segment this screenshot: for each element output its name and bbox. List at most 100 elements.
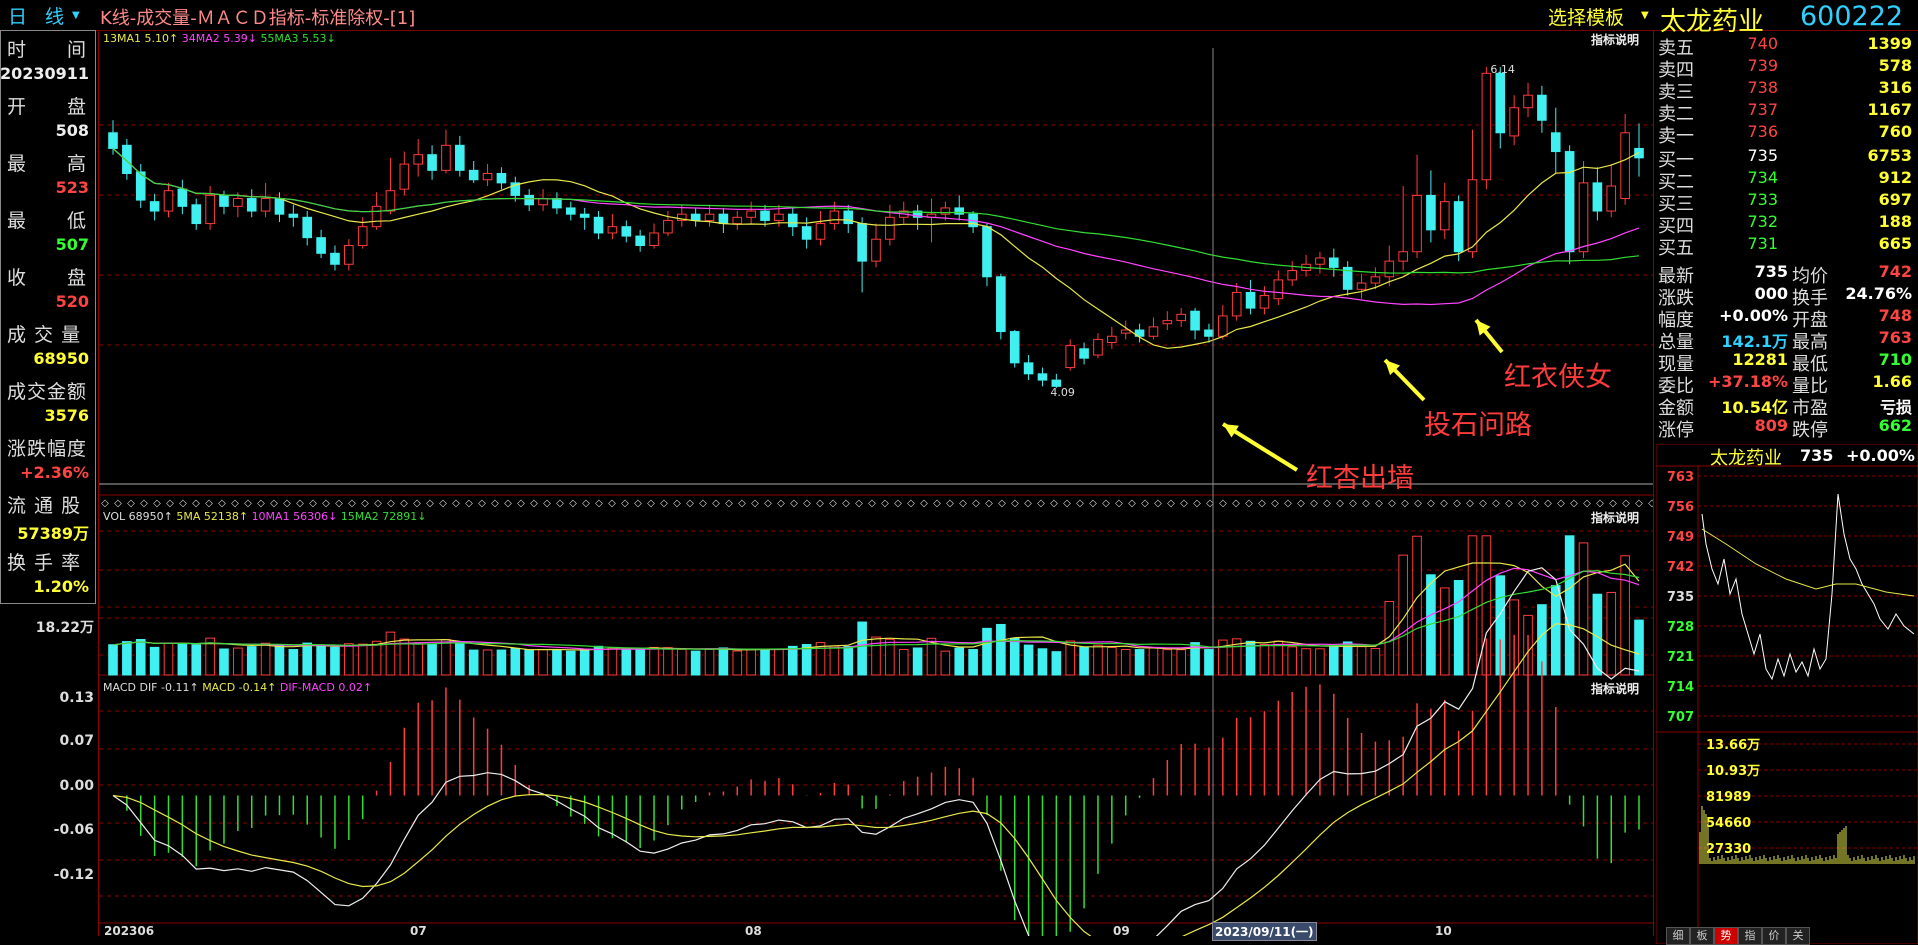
bottom-tab[interactable]: 关 [1786, 927, 1810, 945]
candle-up [344, 244, 354, 265]
vol-bar-up [940, 650, 951, 676]
separator-dot: ◇ [426, 498, 434, 509]
period-selector[interactable]: 日 线 [8, 2, 70, 29]
bottom-tab[interactable]: 势 [1714, 927, 1738, 945]
quote-row-sell[interactable]: 卖三 738 316 [1656, 78, 1918, 103]
candle-down [1550, 132, 1561, 153]
vol-bar-down [579, 649, 590, 676]
candle-down [621, 226, 632, 237]
quote-price: 737 [1747, 100, 1778, 119]
macd-help-link[interactable]: 指标说明 [1591, 680, 1639, 697]
left-label: 收 盘 [7, 267, 88, 289]
chevron-down-icon[interactable]: ▼ [72, 10, 80, 21]
vol-bar-down [690, 650, 701, 676]
mini-price-label: 714 [1667, 680, 1694, 695]
quote-row-buy[interactable]: 买四 732 188 [1656, 212, 1918, 237]
bottom-tab[interactable]: 板 [1690, 927, 1714, 945]
vol-bar-down [191, 644, 202, 676]
vol-bar-up [746, 648, 756, 676]
vol-bar-up [1301, 648, 1311, 676]
bottom-tab[interactable]: 指 [1738, 927, 1762, 945]
separator-dot: ◇ [465, 498, 473, 509]
candle-down [1190, 310, 1200, 331]
separator-dot: ◇ [244, 498, 252, 509]
vol-bar-up [1107, 646, 1117, 676]
vol-bar-up [663, 647, 673, 676]
bottom-tab[interactable]: 细 [1666, 927, 1690, 945]
vol-bar-down [565, 650, 576, 676]
candle-up [1273, 279, 1284, 300]
template-select-button[interactable]: 选择模板 [1548, 3, 1624, 30]
separator-dot: ◇ [166, 498, 174, 509]
candle-down [1564, 151, 1575, 253]
candle-up [829, 210, 840, 225]
candle-down [191, 204, 202, 225]
vol-bar-down [954, 647, 965, 676]
candle-up [1439, 201, 1450, 231]
candle-up [732, 216, 743, 225]
intraday-chart[interactable]: 763 756 749 742 735 728 721 714 707 13.66万 10.93万 8… [1656, 444, 1918, 944]
stat-label: 涨停 [1658, 420, 1694, 441]
quote-row-sell[interactable]: 卖四 739 578 [1656, 56, 1918, 81]
candle-up [1065, 345, 1076, 369]
macd-y-label: 0.13 [59, 690, 94, 706]
candle-down [1037, 373, 1048, 381]
separator-dot: ◇ [1557, 498, 1565, 509]
chevron-down-icon[interactable]: ▼ [1641, 10, 1649, 21]
candle-down [1592, 182, 1603, 212]
kline-help-link[interactable]: 指标说明 [1591, 31, 1639, 48]
separator-dot: ◇ [1089, 498, 1097, 509]
stat-value: +37.18% [1707, 372, 1788, 391]
annotation-3: 红衣侠女 [1504, 362, 1612, 393]
candle-down [302, 216, 313, 239]
chart-area[interactable]: ◇ ◇ ◇ ◇ ◇ ◇ ◇ ◇ ◇ ◇ ◇ ◇ ◇ ◇ ◇ ◇ ◇ ◇ ◇ ◇ ◇ ◇ ◇ ◇ ◇ ◇ ◇ ◇ ◇ ◇ ◇ ◇ ◇ ◇ ◇ ◇ ◇ ◇ ◇ ◇… [98, 30, 1656, 945]
chart-canvas[interactable]: ◇ ◇ ◇ ◇ ◇ ◇ ◇ ◇ ◇ ◇ ◇ ◇ ◇ ◇ ◇ ◇ ◇ ◇ ◇ ◇ ◇ ◇ ◇ ◇ ◇ ◇ ◇ ◇ ◇ ◇ ◇ ◇ ◇ ◇ ◇ ◇ ◇ ◇ ◇ ◇… [99, 30, 1656, 945]
candle-down [177, 188, 188, 207]
stat-row: 最新 735 均价 742 [1656, 262, 1918, 287]
stat-value: 748 [1878, 306, 1912, 325]
stat-value: 142.1万 [1721, 332, 1788, 351]
separator-dot: ◇ [1453, 498, 1461, 509]
candle-up [1259, 295, 1270, 309]
quote-row-sell[interactable]: 卖二 737 1167 [1656, 100, 1918, 125]
mini-price-label: 728 [1667, 620, 1694, 635]
vol-bar-down [1453, 580, 1464, 676]
vol-bar-down [787, 645, 798, 676]
separator-dot: ◇ [1362, 498, 1370, 509]
vol-bar-down [1134, 649, 1145, 676]
quote-row-buy[interactable]: 买三 733 697 [1656, 190, 1918, 215]
candle-up [746, 210, 756, 218]
left-label: 最 高 [7, 153, 88, 175]
separator-dot: ◇ [1063, 498, 1071, 509]
mini-price-label: 763 [1667, 470, 1694, 485]
quote-row-buy[interactable]: 买五 731 665 [1656, 234, 1918, 259]
vol-bar-up [1176, 649, 1187, 676]
quote-row-sell[interactable]: 卖一 736 760 [1656, 122, 1918, 147]
vol-bar-down [524, 649, 534, 676]
quote-price: 731 [1747, 234, 1778, 253]
quote-row-sell[interactable]: 卖五 740 1399 [1656, 34, 1918, 59]
separator-dot: ◇ [595, 498, 603, 509]
separator-dot: ◇ [1232, 498, 1240, 509]
separator-dot: ◇ [335, 498, 343, 509]
stat-value: 24.76% [1845, 284, 1912, 303]
stat-value: 662 [1878, 416, 1912, 435]
vol-bar-up [898, 648, 909, 676]
candle-down [274, 198, 285, 215]
bottom-tab[interactable]: 价 [1762, 927, 1786, 945]
stat-value: 1.66 [1872, 372, 1912, 391]
separator-dot: ◇ [647, 498, 655, 509]
quote-volume: 188 [1878, 212, 1912, 231]
mini-price-label: 707 [1667, 710, 1694, 725]
vol-bar-up [233, 647, 243, 676]
quote-row-buy[interactable]: 买一 735 6753 [1656, 146, 1918, 171]
separator-dot: ◇ [1570, 498, 1578, 509]
separator-dot: ◇ [1115, 498, 1123, 509]
separator-dot: ◇ [699, 498, 707, 509]
quote-row-buy[interactable]: 买二 734 912 [1656, 168, 1918, 193]
separator-dot: ◇ [283, 498, 291, 509]
vol-help-link[interactable]: 指标说明 [1591, 509, 1639, 526]
quote-volume: 1167 [1867, 100, 1912, 119]
separator-dot: ◇ [998, 498, 1006, 509]
vol-bar-up [1120, 648, 1131, 676]
